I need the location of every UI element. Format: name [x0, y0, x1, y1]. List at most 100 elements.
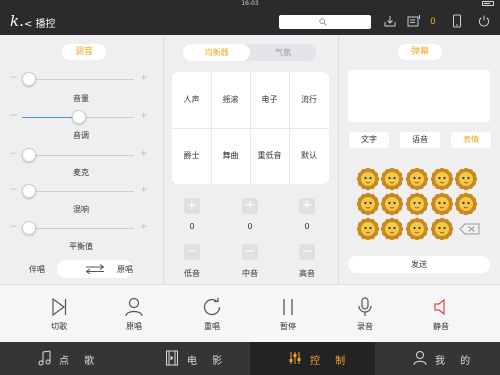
emoji-sticker[interactable]: [430, 192, 454, 216]
slider-minus[interactable]: −: [10, 73, 18, 83]
emoji-sticker[interactable]: [356, 192, 380, 216]
slider-label-mic: 麦克: [73, 168, 89, 177]
nav-item-movies[interactable]: 电 影: [125, 342, 250, 375]
emoji-panel: [340, 158, 500, 250]
emoji-grid: [356, 167, 480, 241]
slider-plus[interactable]: +: [140, 111, 148, 121]
user-icon: [413, 351, 427, 366]
volume-slider[interactable]: [22, 72, 36, 86]
phone-icon[interactable]: [451, 14, 463, 28]
bass-value: 0: [189, 222, 195, 231]
eq-preset[interactable]: 流行: [289, 72, 329, 128]
status-bar: 16:03: [0, 0, 500, 8]
skip-button[interactable]: 切歌: [39, 295, 79, 339]
music-note-icon: [38, 350, 51, 366]
emoji-sticker[interactable]: [454, 192, 478, 216]
eq-preset[interactable]: 摇滚: [211, 72, 250, 128]
reverb-slider[interactable]: [22, 184, 36, 198]
slider-plus[interactable]: +: [140, 149, 148, 159]
volume-track: [22, 79, 134, 80]
slider-minus[interactable]: −: [10, 111, 18, 121]
emoji-sticker[interactable]: [380, 217, 404, 241]
slider-plus[interactable]: +: [140, 185, 148, 195]
download-icon[interactable]: [383, 14, 397, 28]
mic-slider[interactable]: [22, 148, 36, 162]
mic-track: [22, 155, 134, 156]
playback-control-bar: 切歌 原唱 重唱 暂停 录音 静音: [0, 284, 500, 342]
emoji-sticker[interactable]: [380, 167, 404, 191]
skip-icon: [52, 297, 67, 317]
tab-emoji[interactable]: 表情: [451, 132, 491, 148]
nav-label-songs: 点 歌: [59, 356, 101, 367]
mute-button[interactable]: 静音: [421, 295, 461, 339]
eq-preset[interactable]: 爵士: [172, 128, 211, 184]
pause-button[interactable]: 暂停: [268, 295, 308, 339]
slider-label-volume: 音量: [73, 94, 89, 103]
record-label: 录音: [357, 322, 373, 331]
nav-item-songs[interactable]: 点 歌: [0, 342, 125, 375]
balance-slider[interactable]: [22, 221, 36, 235]
slider-plus[interactable]: +: [140, 222, 148, 232]
mid-plus-button[interactable]: +: [242, 198, 258, 214]
mic-icon: [358, 297, 372, 316]
tab-equalizer[interactable]: 均衡器: [183, 44, 250, 61]
playlist-icon[interactable]: [407, 14, 421, 28]
pitch-slider[interactable]: [72, 110, 86, 124]
pause-label: 暂停: [280, 322, 296, 331]
emoji-sticker[interactable]: [356, 217, 380, 241]
eq-preset[interactable]: 重低音: [250, 128, 289, 184]
emoji-sticker[interactable]: [356, 167, 380, 191]
back-button[interactable]: < 播控: [24, 15, 56, 30]
emoji-sticker[interactable]: [405, 217, 429, 241]
original-vocal-button[interactable]: 原唱: [114, 295, 154, 339]
record-button[interactable]: 录音: [345, 295, 385, 339]
tab-voice[interactable]: 语音: [400, 132, 440, 148]
mid-minus-button[interactable]: −: [242, 244, 258, 260]
power-icon[interactable]: [477, 14, 491, 28]
replay-icon: [203, 297, 221, 316]
mid-value: 0: [247, 222, 253, 231]
danmu-message-area[interactable]: [348, 70, 490, 122]
person-icon: [125, 297, 143, 317]
eq-preset[interactable]: 舞曲: [211, 128, 250, 184]
nav-label-mine: 我 的: [435, 356, 477, 367]
tab-atmosphere[interactable]: 气氛: [250, 44, 316, 61]
film-icon: [166, 350, 178, 366]
treble-value: 0: [304, 222, 310, 231]
status-time: 16:03: [241, 0, 259, 7]
emoji-sticker[interactable]: [405, 192, 429, 216]
backspace-icon[interactable]: [459, 223, 480, 235]
slider-minus[interactable]: −: [10, 149, 18, 159]
eq-preset[interactable]: 默认: [289, 128, 329, 184]
bass-plus-button[interactable]: +: [184, 198, 200, 214]
emoji-sticker[interactable]: [454, 167, 478, 191]
slider-minus[interactable]: −: [10, 185, 18, 195]
replay-button[interactable]: 重唱: [192, 295, 232, 339]
treble-minus-button[interactable]: −: [299, 244, 315, 260]
bass-minus-button[interactable]: −: [184, 244, 200, 260]
tab-text[interactable]: 文字: [349, 132, 389, 148]
equalizer-icon: [289, 352, 301, 364]
nav-item-mine[interactable]: 我 的: [375, 342, 500, 375]
emoji-sticker[interactable]: [405, 167, 429, 191]
battery-icon: [482, 1, 494, 6]
emoji-sticker[interactable]: [430, 167, 454, 191]
slider-plus[interactable]: +: [140, 73, 148, 83]
replay-label: 重唱: [204, 322, 220, 331]
search-input[interactable]: [279, 15, 371, 29]
eq-preset[interactable]: 人声: [172, 72, 211, 128]
eq-preset[interactable]: 电子: [250, 72, 289, 128]
bottom-nav: 点 歌 电 影 控 制 我 的: [0, 342, 500, 375]
swap-arrows-icon: [85, 264, 105, 274]
mute-label: 静音: [433, 322, 449, 331]
nav-item-control[interactable]: 控 制: [250, 342, 375, 375]
search-icon: [319, 18, 327, 26]
bass-label: 低音: [184, 269, 200, 278]
tuning-title: 调音: [62, 44, 106, 60]
emoji-sticker[interactable]: [430, 217, 454, 241]
slider-label-pitch: 音调: [73, 131, 89, 140]
slider-minus[interactable]: −: [10, 222, 18, 232]
send-button[interactable]: 发送: [348, 256, 490, 273]
treble-plus-button[interactable]: +: [299, 198, 315, 214]
emoji-sticker[interactable]: [380, 192, 404, 216]
